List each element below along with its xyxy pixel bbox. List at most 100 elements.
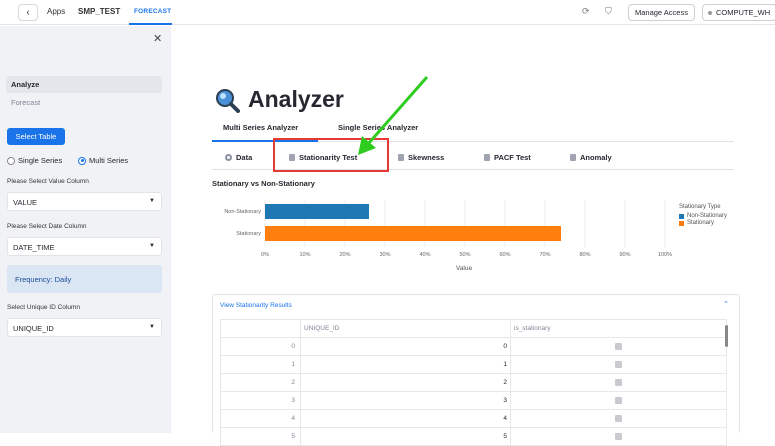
unique-id-cell: 0 [300, 337, 511, 356]
x-tick-label: 50% [459, 252, 470, 258]
warehouse-label: COMPUTE_WH [716, 8, 771, 17]
radio-single-series[interactable]: Single Series [7, 156, 62, 165]
radio-selected-icon [78, 156, 86, 165]
row-index: 2 [220, 373, 301, 392]
is-stationary-cell [510, 373, 727, 392]
x-tick-label: 80% [579, 252, 590, 258]
value-column-label: Please Select Value Column [7, 178, 89, 185]
table-row: 00 [220, 337, 727, 356]
active-tab-indicator [129, 23, 172, 25]
checkbox-icon [615, 360, 622, 368]
x-tick-label: 90% [619, 252, 630, 258]
caret-down-icon: ▼ [149, 198, 155, 204]
value-column-select[interactable]: VALUE ▼ [7, 192, 162, 211]
unique-id-cell: 2 [300, 373, 511, 392]
column-header[interactable]: UNIQUE_ID [300, 319, 511, 338]
checkbox-icon [615, 414, 622, 422]
tab-single-series[interactable]: Single Series Analyzer [338, 123, 418, 132]
subtab-label: Data [236, 153, 253, 162]
x-tick-label: 40% [419, 252, 430, 258]
legend-label: Non-Stationary [687, 213, 728, 219]
row-index: 4 [220, 409, 301, 428]
sidebar-item-analyze[interactable]: Analyze [6, 76, 162, 93]
table-header-row: UNIQUE_ID is_stationary [220, 319, 727, 338]
results-header[interactable]: View Stationarity Results [220, 302, 292, 309]
stationarity-bar-chart: 0% 10% 20% 30% 40% 50% 60% 70% 80% 90% 100% Non-Sta… [224, 200, 672, 272]
refresh-icon[interactable]: ⟳ [582, 6, 590, 17]
x-tick-label: 0% [261, 252, 269, 258]
select-value: DATE_TIME [13, 243, 55, 252]
date-column-label: Please Select Date Column [7, 223, 87, 230]
tab-forecast[interactable]: FORECAST [134, 8, 171, 15]
subtab-pacf-test[interactable]: PACF Test [484, 153, 531, 162]
legend-item: Non-Stationary [679, 213, 727, 219]
tab-multi-series[interactable]: Multi Series Analyzer [223, 123, 298, 132]
subtab-anomaly[interactable]: Anomaly [570, 153, 612, 162]
is-stationary-cell [510, 427, 727, 446]
legend-title: Stationary Type [679, 204, 721, 210]
breadcrumb-apps[interactable]: Apps [47, 7, 65, 16]
row-index: 5 [220, 427, 301, 446]
unique-id-cell: 4 [300, 409, 511, 428]
legend-swatch [679, 213, 684, 219]
radio-label: Multi Series [89, 156, 129, 165]
x-axis-label: Value [456, 265, 473, 272]
legend-item: Stationary [679, 220, 727, 226]
chart-title: Stationary vs Non-Stationary [212, 179, 315, 188]
checkbox-icon [615, 396, 622, 404]
page-title: Analyzer [214, 86, 344, 113]
x-tick-label: 70% [539, 252, 550, 258]
checkbox-icon [615, 432, 622, 440]
column-header[interactable] [220, 319, 301, 338]
caret-down-icon: ▼ [149, 243, 155, 249]
table-row: 44 [220, 409, 727, 428]
x-tick-label: 100% [658, 252, 672, 258]
close-icon[interactable]: ✕ [153, 32, 162, 45]
warehouse-selector[interactable]: COMPUTE_WH [702, 4, 775, 21]
is-stationary-cell [510, 337, 727, 356]
table-row: 33 [220, 391, 727, 410]
table-row: 55 [220, 427, 727, 446]
y-tick-label: Stationary [236, 231, 261, 237]
select-value: VALUE [13, 198, 38, 207]
subtab-skewness[interactable]: Skewness [398, 153, 444, 162]
manage-access-button[interactable]: Manage Access [628, 4, 695, 21]
x-tick-label: 20% [339, 252, 350, 258]
gear-icon [225, 154, 232, 161]
back-button[interactable]: ‹ [18, 4, 38, 21]
shield-icon[interactable]: ⛉ [605, 6, 612, 17]
frequency-info: Frequency: Daily [7, 265, 162, 293]
table-scrollbar[interactable] [725, 325, 728, 347]
results-table: UNIQUE_ID is_stationary 001122334455 [220, 319, 727, 446]
column-header[interactable]: is_stationary [510, 319, 727, 338]
title-text: Analyzer [248, 86, 344, 112]
chevron-up-icon[interactable]: ⌃ [723, 300, 729, 308]
radio-label: Single Series [18, 156, 63, 165]
legend-swatch [679, 220, 684, 226]
subtab-label: Skewness [408, 153, 445, 162]
top-bar: ‹ Apps SMP_TEST FORECAST ⟳ ⛉ Manage Acce… [0, 0, 775, 25]
checkbox-icon [615, 378, 622, 386]
row-index: 1 [220, 355, 301, 374]
unique-id-select[interactable]: UNIQUE_ID ▼ [7, 318, 162, 337]
chevron-left-icon: ‹ [26, 7, 30, 18]
chart-legend: Stationary Type Non-Stationary Stationar… [679, 204, 727, 226]
breadcrumb-app-name[interactable]: SMP_TEST [78, 7, 120, 16]
table-row: 22 [220, 373, 727, 392]
select-table-button[interactable]: Select Table [7, 128, 65, 145]
stationarity-results-expander: View Stationarity Results ⌃ UNIQUE_ID is… [212, 294, 740, 446]
checkbox-icon [615, 342, 622, 350]
subtab-data[interactable]: Data [225, 153, 252, 162]
highlight-box [273, 138, 389, 172]
caret-down-icon: ▼ [149, 324, 155, 330]
is-stationary-cell [510, 409, 727, 428]
legend-label: Stationary [687, 220, 715, 226]
table-row: 11 [220, 355, 727, 374]
status-dot-icon [708, 10, 712, 15]
row-index: 0 [220, 337, 301, 356]
date-column-select[interactable]: DATE_TIME ▼ [7, 237, 162, 256]
radio-multi-series[interactable]: Multi Series [78, 156, 128, 165]
sidebar-item-forecast[interactable]: Forecast [11, 98, 40, 107]
unique-id-label: Select Unique ID Column [7, 304, 80, 311]
is-stationary-cell [510, 391, 727, 410]
